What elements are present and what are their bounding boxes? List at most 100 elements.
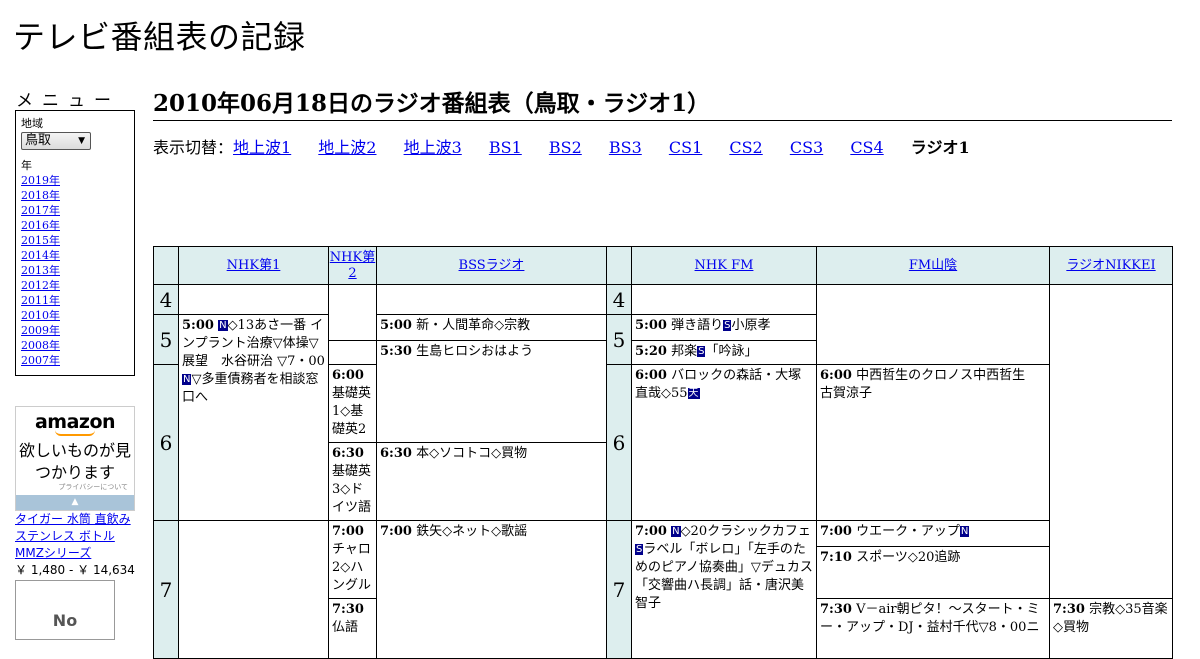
program-title: V－air朝ピタ！～スタート・ミー・アップ・DJ・益村千代▽8・00ニ [820,602,1040,635]
program-time: 6:00 [820,368,852,383]
program-title: ウエーク・アップ [856,524,960,539]
year-link[interactable]: 2010年 [21,308,129,323]
hour-cell: 7 [153,520,179,659]
year-link[interactable]: 2008年 [21,338,129,353]
hour-cell: 4 [606,284,632,315]
program-time: 6:30 [332,446,364,461]
year-link[interactable]: 2012年 [21,278,129,293]
channel-link[interactable]: ラジオNIKKEI [1066,258,1155,273]
program-title: 弾き語り [671,318,724,333]
news-badge-icon: N [959,526,970,537]
switch-link[interactable]: CS3 [790,138,823,157]
year-link[interactable]: 2016年 [21,218,129,233]
program-title: 鉄矢◇ネット◇歌謡 [416,524,528,539]
news-badge-icon: N [671,526,681,537]
channel-header: NHK第2 [328,246,377,285]
ad-product-link[interactable]: タイガー 水筒 直飲み ステンレス ボトル MMZシリーズ [15,512,131,560]
program-time: 6:00 [332,368,364,383]
channel-link[interactable]: NHK FM [695,258,754,273]
program-cell[interactable]: 7:00 ウエーク・アップN [817,521,1049,547]
switch-link[interactable]: CS2 [729,138,762,157]
program-title: スポーツ◇20追跡 [856,550,961,565]
region-select[interactable]: 鳥取 ▼ [21,132,91,150]
year-link[interactable]: 2013年 [21,263,129,278]
program-title: 生島ヒロシおはよう [416,344,534,359]
year-link[interactable]: 2018年 [21,188,129,203]
program-cell[interactable]: 6:30 本◇ソコトコ◇買物 [376,442,607,521]
program-title: 基礎英1◇基礎英2 [332,386,372,437]
ad-product-price: ￥ 1,480 - ￥ 14,634 [15,563,135,577]
channel-header: NHK第1 [178,246,329,285]
year-label: 年 [21,159,32,172]
channel-link[interactable]: FM山陰 [909,258,957,273]
year-link[interactable]: 2015年 [21,233,129,248]
empty-slot [631,284,817,315]
empty-slot [376,284,607,315]
program-time: 5:30 [380,344,412,359]
program-cell[interactable]: 5:00 弾き語りS小原孝 [631,314,817,341]
program-cell[interactable]: 6:30 基礎英3◇ドイツ語 [328,442,377,521]
program-time: 7:00 [635,524,667,539]
program-time: 7:00 [332,524,364,539]
year-link[interactable]: 2009年 [21,323,129,338]
channel-header: FM山陰 [816,246,1050,285]
program-title-cont: 小原孝 [731,318,771,333]
grid-corner [606,246,632,285]
program-time: 7:30 [332,602,364,617]
site-title: テレビ番組表の記録 [13,18,306,56]
switch-link[interactable]: BS3 [609,138,642,157]
empty-slot [178,520,329,659]
hour-cell: 6 [153,364,179,521]
program-cell[interactable]: 7:30 仏語 [328,598,377,659]
program-cell[interactable]: 7:00 鉄矢◇ネット◇歌謡 [376,520,607,659]
switch-link[interactable]: CS4 [850,138,883,157]
hour-cell: 5 [153,314,179,365]
channel-link[interactable]: NHK第2 [330,250,375,281]
program-title: 本◇ソコトコ◇買物 [416,446,528,461]
ad-collapse-bar[interactable]: ▲ [16,495,134,510]
program-cell[interactable]: 5:30 生島ヒロシおはよう [376,340,607,443]
switch-link[interactable]: 地上波1 [233,138,291,157]
channel-link[interactable]: BSSラジオ [459,258,525,273]
program-cell[interactable]: 7:00 N◇20クラシックカフェSラベル「ボレロ」「左手のためのピアノ協奏曲」… [631,520,817,659]
ad-product: タイガー 水筒 直飲み ステンレス ボトル MMZシリーズ ￥ 1,480 - … [15,511,137,579]
hour-cell: 6 [606,364,632,521]
amazon-privacy-link[interactable]: プライバシーについて [58,482,128,492]
empty-slot [816,284,1050,365]
program-cell[interactable]: 5:00 N◇13あさ一番 インプラント治療▽体操▽展望 水谷研治 ▽7・00N… [178,314,329,521]
program-cell[interactable]: 6:00 中西哲生のクロノス中西哲生 古賀涼子 [816,364,1050,521]
year-link[interactable]: 2019年 [21,173,129,188]
year-list: 2019年 2018年 2017年 2016年 2015年 2014年 2013… [21,173,129,368]
amazon-ad[interactable]: amazon 欲しいものが見つかります プライバシーについて ▲ [15,406,135,511]
program-cell[interactable]: 7:30 V－air朝ピタ！～スタート・ミー・アップ・DJ・益村千代▽8・00ニ [816,598,1050,659]
year-link[interactable]: 2017年 [21,203,129,218]
schedule-grid: NHK第1 NHK第2 BSSラジオ NHK FM FM山陰 ラジオNIKKEI… [153,246,1173,659]
switch-link[interactable]: 地上波2 [318,138,376,157]
program-cell[interactable]: 6:00 バロックの森話・大塚直哉◇55天 [631,364,817,521]
program-title: 新・人間革命◇宗教 [416,318,531,333]
hour-cell: 5 [606,314,632,365]
chevron-down-icon: ▼ [78,136,85,146]
region-label: 地域 [21,117,43,130]
switch-link[interactable]: CS1 [669,138,702,157]
program-cell[interactable]: 5:00 新・人間革命◇宗教 [376,314,607,341]
program-cell[interactable]: 5:20 邦楽S「吟詠」 [631,340,817,365]
chevron-up-icon: ▲ [71,497,79,507]
program-cell[interactable]: 7:30 宗教◇35音楽◇買物 [1049,598,1173,659]
year-link[interactable]: 2014年 [21,248,129,263]
channel-link[interactable]: NHK第1 [227,258,281,273]
year-link[interactable]: 2011年 [21,293,129,308]
year-link[interactable]: 2007年 [21,353,129,368]
program-time: 7:00 [380,524,412,539]
switch-link[interactable]: BS1 [489,138,522,157]
news-badge-icon: N [218,320,228,331]
program-time: 7:10 [820,550,852,565]
switch-link[interactable]: BS2 [549,138,582,157]
switch-link[interactable]: 地上波3 [404,138,462,157]
program-cell[interactable]: 6:00 基礎英1◇基礎英2 [328,364,377,443]
program-cell[interactable]: 7:00 チャロ2◇ハングル [328,520,377,599]
page-title: 2010年06月18日のラジオ番組表（鳥取・ラジオ1） [153,84,1172,121]
view-switcher: 表示切替：地上波1 地上波2 地上波3 BS1 BS2 BS3 CS1 CS2 … [153,134,970,158]
menu-panel: 地域 鳥取 ▼ 年 2019年 2018年 2017年 2016年 2015年 … [15,110,135,376]
program-cell[interactable]: 7:10 スポーツ◇20追跡 [817,547,1049,597]
